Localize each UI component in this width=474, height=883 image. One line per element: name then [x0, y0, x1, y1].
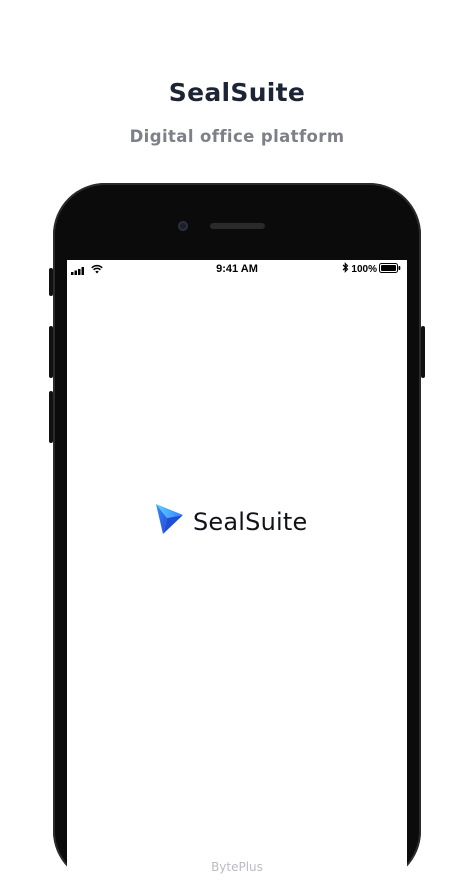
brand-lockup: SealSuite — [155, 503, 307, 540]
status-right-cluster: 100% — [342, 262, 401, 276]
subheadline: Digital office platform — [129, 127, 345, 146]
bluetooth-icon — [342, 262, 349, 276]
app-screen: 9:41 AM 100% SealSuite BytePlus — [67, 260, 407, 883]
front-camera — [178, 221, 188, 231]
earpiece-speaker — [210, 223, 265, 229]
power-button — [421, 326, 425, 378]
volume-up-button — [49, 326, 53, 378]
volume-down-button — [49, 391, 53, 443]
mute-switch — [49, 268, 53, 296]
footer-text: BytePlus — [211, 860, 263, 874]
status-bar: 9:41 AM 100% — [67, 260, 407, 280]
brand-name: SealSuite — [193, 507, 308, 536]
sealsuite-logo-icon — [155, 503, 185, 540]
phone-frame: 9:41 AM 100% SealSuite BytePlus — [49, 183, 425, 883]
headline: SealSuite — [168, 78, 306, 107]
battery-percent: 100% — [351, 263, 377, 275]
battery-icon — [379, 262, 401, 276]
